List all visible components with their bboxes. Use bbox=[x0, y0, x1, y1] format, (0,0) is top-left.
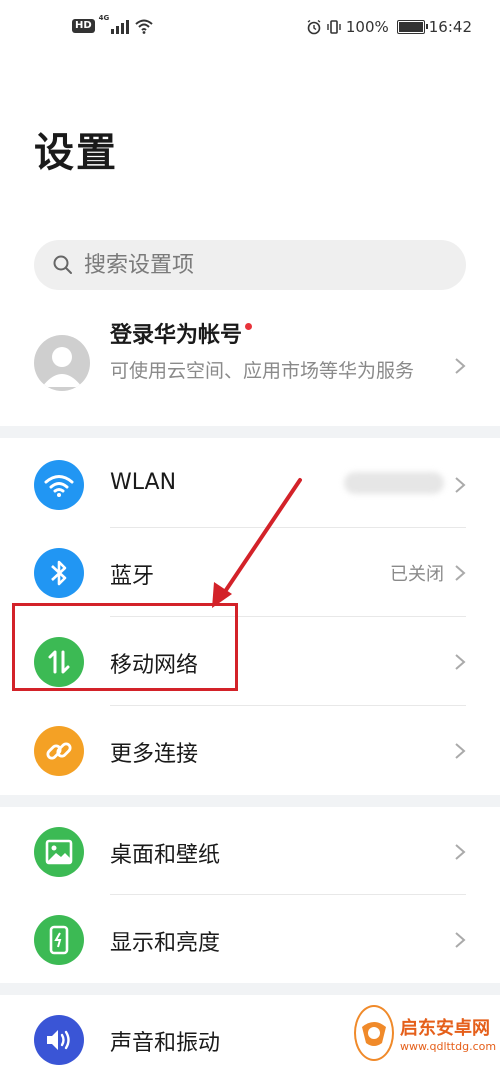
image-icon bbox=[34, 827, 84, 877]
settings-item-label: 显示和亮度 bbox=[110, 931, 221, 956]
settings-item-display-brightness[interactable]: 显示和亮度 bbox=[0, 895, 500, 983]
watermark-logo-icon bbox=[354, 1005, 394, 1061]
bluetooth-status: 已关闭 bbox=[390, 564, 444, 585]
account-row[interactable]: 登录华为帐号 可使用云空间、应用市场等华为服务 bbox=[0, 305, 500, 423]
settings-item-label: 桌面和壁纸 bbox=[110, 843, 221, 868]
wifi-network-name-blurred bbox=[344, 472, 444, 494]
settings-item-more-connections[interactable]: 更多连接 bbox=[0, 706, 500, 794]
settings-item-label: 蓝牙 bbox=[110, 564, 155, 589]
user-icon bbox=[42, 347, 82, 387]
settings-item-label: 声音和振动 bbox=[110, 1031, 221, 1056]
avatar bbox=[34, 335, 90, 391]
wifi-icon bbox=[34, 460, 84, 510]
status-left: HD 4G bbox=[72, 14, 153, 34]
page-title: 设置 bbox=[34, 130, 118, 176]
chevron-right-icon bbox=[455, 654, 466, 670]
account-title-text: 登录华为帐号 bbox=[110, 323, 243, 348]
settings-item-wlan[interactable]: WLAN bbox=[0, 440, 500, 528]
account-title: 登录华为帐号 bbox=[110, 317, 253, 349]
wifi-status-icon bbox=[135, 19, 153, 34]
clock: 16:42 bbox=[428, 18, 472, 36]
watermark-title: 启东安卓网 bbox=[400, 1017, 490, 1039]
search-bar[interactable] bbox=[34, 240, 466, 290]
search-icon bbox=[53, 255, 72, 274]
alarm-icon bbox=[307, 19, 321, 35]
hd-badge: HD bbox=[72, 19, 95, 33]
phone-display-icon bbox=[34, 915, 84, 965]
cellular-signal-icon: 4G bbox=[99, 14, 129, 34]
account-subtitle: 可使用云空间、应用市场等华为服务 bbox=[110, 360, 415, 382]
vibrate-icon bbox=[327, 20, 341, 34]
speaker-icon bbox=[34, 1015, 84, 1065]
battery-percent: 100% bbox=[345, 18, 389, 36]
status-right: 100% 16:42 bbox=[306, 18, 472, 36]
notification-dot bbox=[245, 323, 253, 330]
settings-item-label: 更多连接 bbox=[110, 742, 199, 767]
watermark: 启东安卓网 www.qdlttdg.com bbox=[354, 1002, 497, 1064]
watermark-url: www.qdlttdg.com bbox=[400, 1039, 497, 1053]
chevron-right-icon bbox=[455, 565, 466, 581]
section-divider bbox=[0, 795, 500, 807]
chevron-right-icon bbox=[455, 844, 466, 860]
battery-icon bbox=[396, 20, 428, 34]
chevron-right-icon bbox=[455, 932, 466, 948]
settings-item-home-wallpaper[interactable]: 桌面和壁纸 bbox=[0, 807, 500, 895]
section-divider bbox=[0, 426, 500, 438]
status-bar: HD 4G 100% 16:42 bbox=[0, 0, 500, 60]
search-input[interactable] bbox=[82, 251, 446, 279]
annotation-highlight-box bbox=[12, 603, 238, 691]
network-type: 4G bbox=[98, 14, 110, 22]
section-divider bbox=[0, 983, 500, 995]
link-icon bbox=[34, 726, 84, 776]
bluetooth-icon bbox=[34, 548, 84, 598]
chevron-right-icon bbox=[455, 477, 466, 493]
chevron-right-icon bbox=[455, 743, 466, 759]
chevron-right-icon bbox=[455, 358, 466, 374]
settings-item-label: WLAN bbox=[110, 470, 177, 495]
